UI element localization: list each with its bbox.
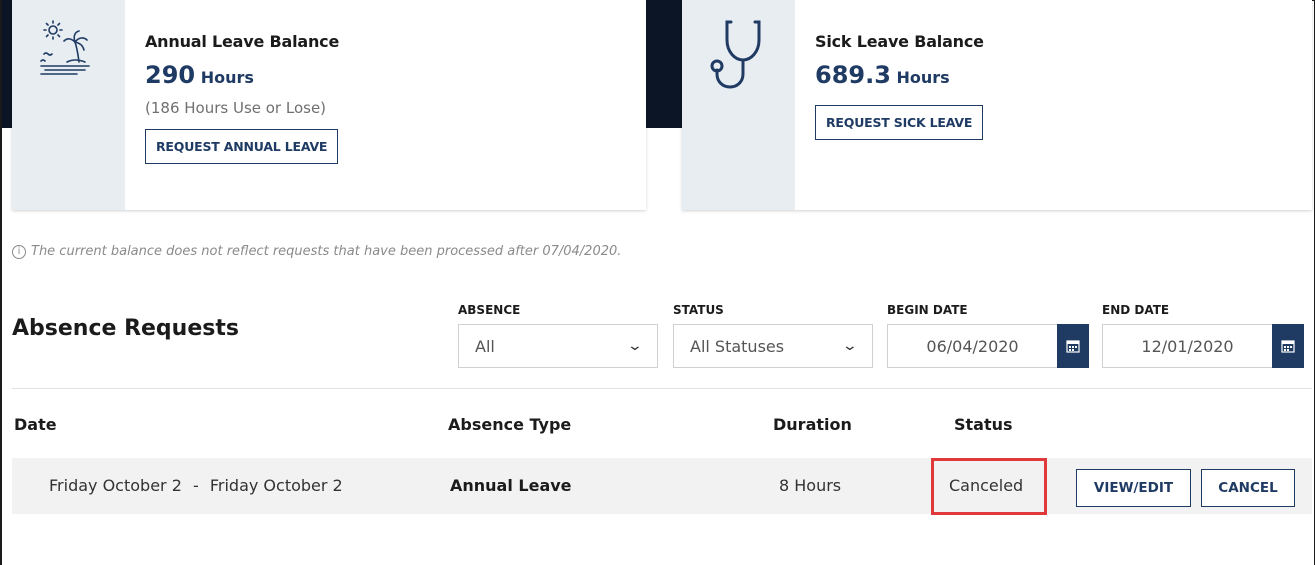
sick-leave-card: Sick Leave Balance 689.3 Hours REQUEST S… [682, 0, 1312, 210]
begin-date-field[interactable]: 06/04/2020 [887, 324, 1089, 368]
status-filter-select[interactable]: All Statuses ⌄ [673, 324, 873, 368]
info-icon: i [12, 244, 26, 259]
sick-balance-unit: Hours [896, 68, 950, 87]
request-sick-leave-button[interactable]: REQUEST SICK LEAVE [815, 105, 984, 140]
status-filter-label: STATUS [673, 303, 724, 317]
annual-balance-unit: Hours [200, 68, 254, 87]
chevron-down-icon: ⌄ [626, 338, 644, 354]
balance-notice: i The current balance does not reflect r… [12, 244, 621, 259]
view-edit-button[interactable]: VIEW/EDIT [1076, 469, 1191, 507]
sick-balance-value: 689.3 [815, 61, 891, 89]
end-date-field[interactable]: 12/01/2020 [1102, 324, 1304, 368]
begin-date-value: 06/04/2020 [926, 336, 1019, 356]
status-highlight-box [931, 458, 1047, 515]
request-annual-leave-button[interactable]: REQUEST ANNUAL LEAVE [145, 129, 339, 164]
row-date-separator: - [192, 476, 199, 495]
absence-filter-select[interactable]: All ⌄ [458, 324, 658, 368]
sick-card-title: Sick Leave Balance [815, 32, 984, 51]
begin-date-calendar-button[interactable] [1057, 324, 1089, 368]
calendar-icon [1066, 340, 1080, 353]
balance-notice-text: The current balance does not reflect req… [31, 244, 622, 259]
header-banner-left [2, 0, 12, 128]
annual-icon-box [12, 0, 125, 210]
begin-date-label: BEGIN DATE [887, 303, 968, 317]
end-date-label: END DATE [1102, 303, 1170, 317]
row-absence-type: Annual Leave [450, 476, 572, 495]
chevron-down-icon: ⌄ [841, 338, 859, 354]
cancel-button[interactable]: CANCEL [1201, 469, 1295, 507]
column-header-status: Status [954, 415, 1013, 434]
row-date-range: Friday October 2 - Friday October 2 [49, 476, 343, 495]
annual-card-title: Annual Leave Balance [145, 32, 340, 51]
status-filter-value: All Statuses [690, 336, 785, 356]
column-header-duration: Duration [773, 415, 852, 434]
row-duration: 8 Hours [779, 476, 842, 495]
use-or-lose-text: (186 Hours Use or Lose) [145, 99, 327, 117]
sick-balance: 689.3 Hours [815, 61, 984, 89]
sick-icon-box [682, 0, 795, 210]
absence-filter-label: ABSENCE [458, 303, 521, 317]
row-date-end: Friday October 2 [209, 476, 343, 495]
header-banner-middle [646, 0, 682, 128]
column-header-absence-type: Absence Type [448, 415, 572, 434]
section-divider [12, 388, 1312, 389]
absence-filter-value: All [475, 336, 495, 356]
absence-requests-title: Absence Requests [12, 316, 239, 341]
stethoscope-icon [710, 20, 760, 89]
annual-balance: 290 Hours [145, 61, 339, 89]
beach-palm-icon [39, 20, 90, 75]
annual-leave-card: Annual Leave Balance 290 Hours (186 Hour… [12, 0, 646, 210]
annual-balance-value: 290 [145, 61, 196, 89]
end-date-value: 12/01/2020 [1141, 336, 1234, 356]
calendar-icon [1281, 340, 1295, 353]
end-date-calendar-button[interactable] [1272, 324, 1304, 368]
column-header-date: Date [14, 415, 57, 434]
row-date-start: Friday October 2 [49, 476, 182, 495]
